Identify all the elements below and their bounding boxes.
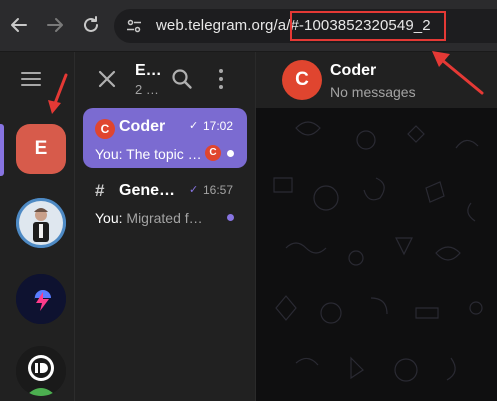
close-icon[interactable] <box>98 70 116 88</box>
id-avatar[interactable] <box>16 346 66 396</box>
sent-check-icon: ✓ <box>189 184 199 196</box>
chat-row-coder[interactable]: C Coder ✓ 17:02 You: The topic … C <box>83 108 247 168</box>
tune-icon[interactable] <box>126 18 142 34</box>
chat-row-general[interactable]: # Gene… ✓ 16:57 You: Migrated f… <box>83 172 247 232</box>
annotation-arrow-folder <box>44 72 72 121</box>
arrow-left-icon[interactable] <box>8 14 30 36</box>
preview-text: The topic … <box>126 146 202 162</box>
hash-icon: # <box>95 181 105 200</box>
chat-row-title: Gene… <box>119 182 176 199</box>
coder-avatar: C <box>95 119 115 139</box>
folder-title: E… <box>135 62 162 79</box>
bolt-avatar[interactable] <box>16 274 66 324</box>
arrow-right-icon[interactable] <box>44 14 66 36</box>
unread-dot <box>227 150 234 157</box>
more-vertical-icon[interactable] <box>218 69 224 89</box>
annotation-arrow-url <box>430 48 490 105</box>
chat-row-preview: You: The topic … <box>95 146 205 162</box>
person-avatar[interactable] <box>16 198 66 248</box>
mini-coder-badge: C <box>205 145 221 161</box>
search-icon[interactable] <box>171 68 193 90</box>
screen: web.telegram.org/a/#-1003852320549_2 E E… <box>0 0 497 401</box>
preview-text: Migrated f… <box>126 210 203 226</box>
chat-row-time: 17:02 <box>203 119 234 133</box>
reload-icon[interactable] <box>80 14 102 36</box>
folder-e[interactable]: E <box>16 124 66 174</box>
chat-row-preview: You: Migrated f… <box>95 210 213 226</box>
chat-row-title: Coder <box>119 118 166 135</box>
active-folder-indicator <box>0 124 4 176</box>
hamburger-icon[interactable] <box>21 72 41 86</box>
chat-avatar[interactable]: C <box>282 60 322 100</box>
sent-check-icon: ✓ <box>189 120 199 132</box>
folder-subtitle: 2 … <box>135 82 159 97</box>
preview-sender: You: <box>95 146 123 162</box>
chat-status: No messages <box>330 84 416 100</box>
url-highlight-box <box>290 11 446 41</box>
chat-wallpaper <box>256 108 497 401</box>
preview-sender: You: <box>95 210 123 226</box>
browser-toolbar: web.telegram.org/a/#-1003852320549_2 <box>0 0 497 52</box>
unread-dot <box>227 214 234 221</box>
chat-name: Coder <box>330 62 377 79</box>
chat-list-panel: E… 2 … C Coder ✓ 17:02 You: The topic … … <box>75 52 255 401</box>
chat-row-time: 16:57 <box>203 183 234 197</box>
